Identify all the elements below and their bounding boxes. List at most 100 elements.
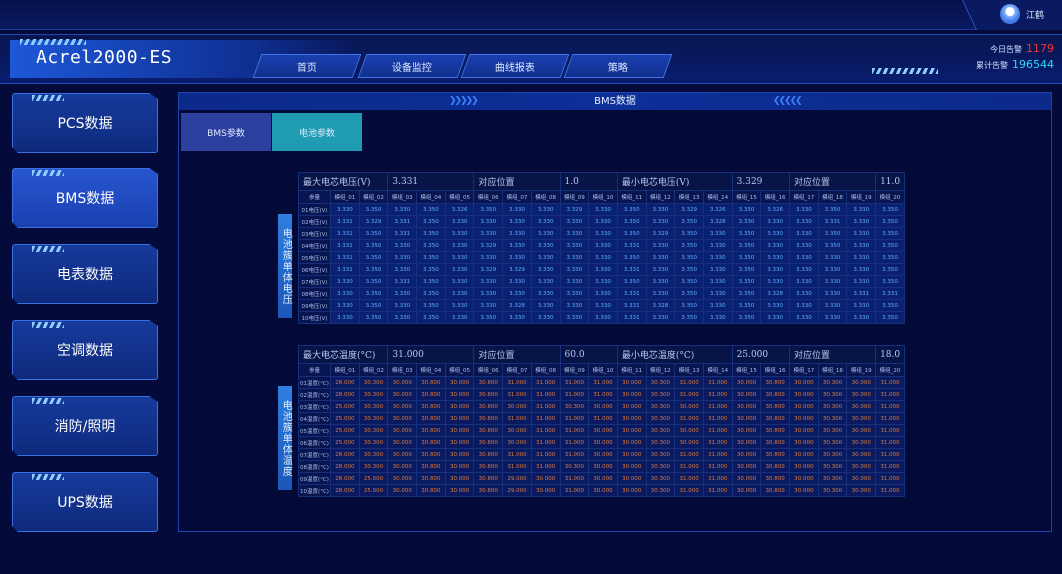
value-cell: 3.330 (530, 299, 561, 312)
value-cell: 29.000 (502, 472, 532, 485)
table-row: 01温度(°C) 28.000 30.300 30.000 30.800 30.000 30… (298, 376, 905, 389)
value-cell: 3.350 (674, 239, 704, 252)
table-row: 10温度(°C) 28.000 25.000 30.000 30.800 30.000 30… (298, 484, 905, 497)
nav-device-monitor[interactable]: 设备监控 (357, 54, 467, 78)
value-cell: 30.000 (616, 424, 647, 437)
column-header: 模组_14 (702, 190, 733, 204)
value-cell: 3.330 (502, 203, 532, 216)
value-cell: 3.331 (387, 227, 418, 240)
value-cell: 30.000 (789, 448, 819, 461)
value-cell: 3.330 (760, 227, 790, 240)
value-cell: 30.800 (416, 400, 446, 413)
summary-cell: 最小电芯温度(°C) (616, 345, 733, 364)
value-cell: 31.000 (559, 424, 590, 437)
value-cell: 30.000 (588, 436, 618, 449)
today-alarm[interactable]: 今日告警 1179 (990, 42, 1054, 55)
value-cell: 29.000 (502, 484, 532, 497)
nav-reports[interactable]: 曲线报表 (460, 54, 570, 78)
value-cell: 31.000 (559, 484, 590, 497)
value-cell: 30.300 (817, 412, 848, 425)
value-cell: 30.000 (731, 472, 762, 485)
value-cell: 3.330 (846, 203, 877, 216)
value-cell: 30.800 (416, 472, 446, 485)
value-cell: 3.330 (760, 251, 790, 264)
value-cell: 31.000 (875, 376, 905, 389)
value-cell: 31.000 (702, 460, 733, 473)
sidebar-item-meter[interactable]: 电表数据 (12, 244, 158, 304)
value-cell: 3.330 (588, 203, 618, 216)
value-cell: 30.300 (817, 376, 848, 389)
value-cell: 31.000 (875, 460, 905, 473)
value-cell: 30.800 (473, 472, 504, 485)
value-cell: 31.000 (502, 388, 532, 401)
value-cell: 31.000 (588, 388, 618, 401)
value-cell: 3.330 (330, 203, 360, 216)
value-cell: 31.000 (875, 484, 905, 497)
row-label: 02电压(V) (298, 215, 331, 228)
row-label: 08电压(V) (298, 287, 331, 300)
value-cell: 3.330 (846, 311, 877, 324)
value-cell: 3.330 (588, 251, 618, 264)
value-cell: 3.350 (674, 311, 704, 324)
value-cell: 3.350 (731, 299, 762, 312)
value-cell: 31.000 (559, 436, 590, 449)
total-alarm[interactable]: 累计告警 196544 (976, 58, 1054, 71)
table-row: 01电压(V) 3.330 3.350 3.330 3.350 3.326 3.350 3.3… (298, 203, 905, 216)
corner-header: 参量 (298, 190, 331, 204)
value-cell: 30.000 (846, 388, 877, 401)
value-cell: 30.000 (846, 448, 877, 461)
value-cell: 30.000 (731, 388, 762, 401)
value-cell: 3.330 (473, 215, 504, 228)
value-cell: 3.330 (588, 287, 618, 300)
column-header: 模组_05 (444, 190, 475, 204)
value-cell: 30.300 (358, 388, 389, 401)
value-cell: 3.330 (444, 299, 475, 312)
value-cell: 3.330 (817, 275, 848, 288)
sidebar-item-pcs[interactable]: PCS数据 (12, 93, 158, 153)
tab-battery-params[interactable]: 电池参数 (272, 113, 362, 151)
value-cell: 3.330 (588, 227, 618, 240)
value-cell: 3.330 (645, 215, 676, 228)
app-title: Acrel2000-ES (36, 47, 173, 68)
column-header: 模组_10 (588, 363, 618, 377)
row-label: 02温度(°C) (298, 388, 331, 401)
sidebar-item-aircon[interactable]: 空调数据 (12, 320, 158, 380)
tab-bms-params[interactable]: BMS参数 (181, 113, 271, 151)
row-label: 04电压(V) (298, 239, 331, 252)
value-cell: 31.000 (702, 424, 733, 437)
value-cell: 3.329 (645, 227, 676, 240)
value-cell: 30.300 (645, 412, 676, 425)
value-cell: 3.330 (846, 239, 877, 252)
sidebar-item-ups[interactable]: UPS数据 (12, 472, 158, 532)
value-cell: 30.300 (817, 436, 848, 449)
value-cell: 3.330 (645, 275, 676, 288)
sidebar-item-bms[interactable]: BMS数据 (12, 168, 158, 228)
nav-strategy[interactable]: 策略 (563, 54, 673, 78)
value-cell: 30.300 (358, 412, 389, 425)
value-cell: 31.000 (875, 424, 905, 437)
value-cell: 30.000 (789, 436, 819, 449)
value-cell: 3.330 (387, 299, 418, 312)
stripes-decoration (32, 95, 64, 101)
value-cell: 3.330 (588, 311, 618, 324)
sidebar-item-fire-lighting[interactable]: 消防/照明 (12, 396, 158, 456)
value-cell: 30.800 (416, 412, 446, 425)
value-cell: 30.300 (645, 448, 676, 461)
value-cell: 3.330 (559, 311, 590, 324)
stripes-decoration (32, 398, 64, 404)
table-row: 04温度(°C) 25.000 30.300 30.000 30.800 30.000 30… (298, 412, 905, 425)
value-cell: 30.000 (846, 472, 877, 485)
user-menu[interactable]: 江鹤 (999, 4, 1044, 24)
value-cell: 3.350 (358, 287, 389, 300)
value-cell: 3.330 (330, 287, 360, 300)
value-cell: 3.330 (559, 275, 590, 288)
value-cell: 30.000 (387, 484, 418, 497)
nav-home[interactable]: 首页 (252, 54, 362, 78)
value-cell: 28.000 (330, 460, 360, 473)
value-cell: 31.000 (674, 412, 704, 425)
value-cell: 31.000 (674, 448, 704, 461)
value-cell: 30.000 (387, 388, 418, 401)
value-cell: 30.000 (789, 484, 819, 497)
value-cell: 3.350 (674, 299, 704, 312)
value-cell: 3.329 (358, 215, 389, 228)
